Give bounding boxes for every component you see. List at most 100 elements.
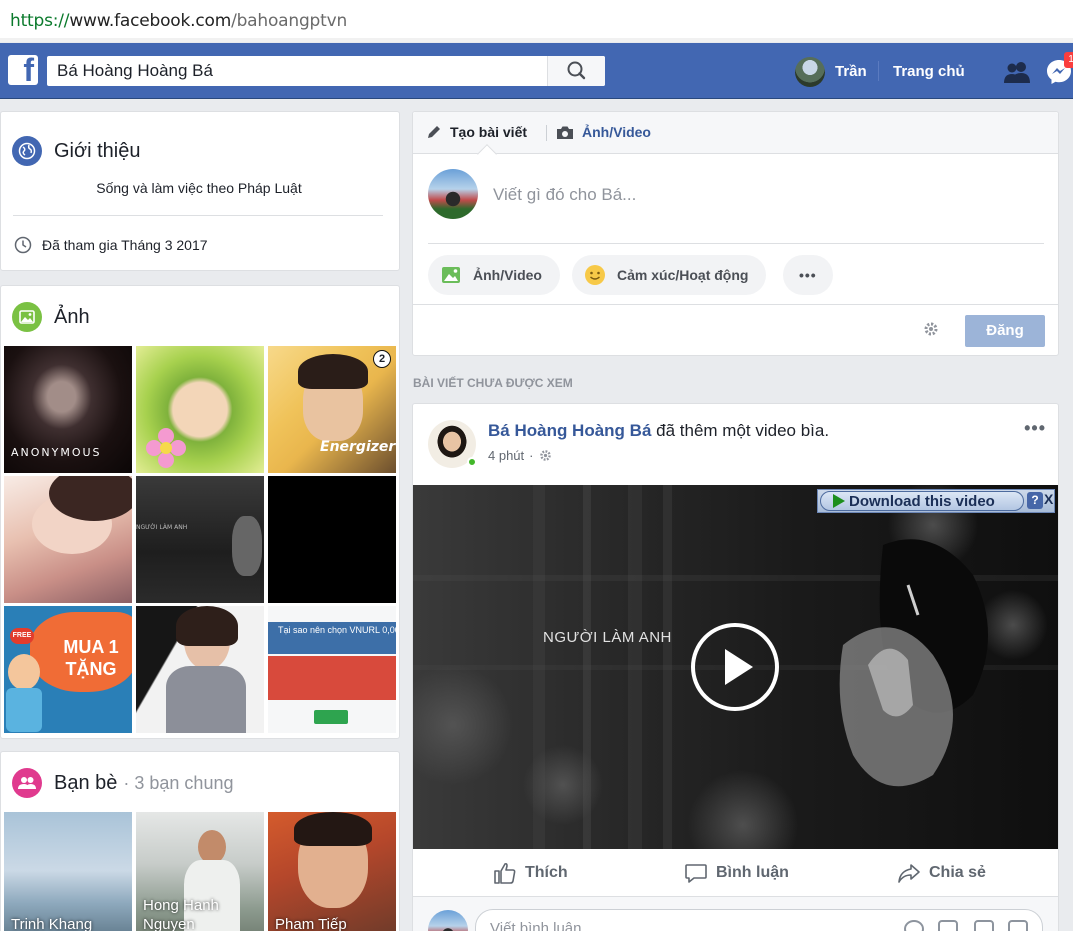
post-action-text: đã thêm một video bìa.: [656, 421, 830, 440]
photo-icon: [12, 302, 42, 332]
thumbs-up-icon: [494, 862, 516, 884]
flower-icon: [146, 428, 186, 468]
photo-tile[interactable]: ANONYMOUS: [4, 346, 132, 473]
online-status-indicator: [467, 457, 477, 467]
photo-grid: ANONYMOUS Energizer 2 NGƯỜI LÀM ANH MUA …: [4, 346, 396, 733]
sticker-icon[interactable]: [1008, 920, 1028, 931]
photo-tile[interactable]: [136, 606, 264, 733]
hair-shape: [298, 354, 368, 389]
feeling-activity-button[interactable]: Cảm xúc/Hoạt động: [572, 255, 767, 295]
share-button[interactable]: Chia sẻ: [897, 862, 986, 884]
photo-video-button[interactable]: Ảnh/Video: [428, 255, 560, 295]
divider: [13, 215, 383, 216]
friend-tile[interactable]: Hong Hanh Nguyen: [136, 812, 264, 931]
play-triangle-icon: [833, 494, 845, 508]
post-author-link[interactable]: Bá Hoàng Hoàng Bá: [488, 421, 651, 440]
smiley-icon: [584, 264, 606, 286]
friend-name[interactable]: Pham Tiếp: [275, 915, 347, 931]
intro-header: Giới thiệu: [12, 135, 140, 167]
cartoon-body: [6, 688, 42, 732]
post-button[interactable]: Đăng: [965, 315, 1045, 347]
photo-tile[interactable]: NGƯỜI LÀM ANH: [136, 476, 264, 603]
globe-icon: [12, 136, 42, 166]
browser-address-bar[interactable]: https://www.facebook.com/bahoangptvn: [0, 0, 1073, 42]
post-timestamp[interactable]: 4 phút: [488, 448, 524, 463]
gif-icon[interactable]: [974, 920, 994, 931]
url-text[interactable]: https://www.facebook.com/bahoangptvn: [10, 11, 347, 31]
promo-text: MUA 1 TẶNG: [63, 637, 119, 679]
download-extension-bar: Download this video ? X: [817, 489, 1055, 513]
post-options-icon[interactable]: •••: [1024, 418, 1046, 439]
photo-caption: NGƯỜI LÀM ANH: [136, 524, 188, 531]
hair-shape: [294, 812, 372, 846]
photo-tile[interactable]: [4, 476, 132, 603]
joined-date-row: Đã tham gia Tháng 3 2017: [14, 236, 208, 254]
friend-grid: Trinh Khang Hong Hanh Nguyen Pham Tiếp: [4, 812, 396, 931]
screenshot-text: Tại sao nên chọn VNURL 0,00: [278, 625, 396, 635]
friend-tile[interactable]: Trinh Khang: [4, 812, 132, 931]
photos-header[interactable]: Ảnh: [12, 301, 90, 333]
divider: [428, 243, 1044, 244]
tab-divider: [546, 125, 547, 141]
search-icon: [567, 61, 586, 80]
comment-icon: [685, 864, 707, 883]
privacy-gear-icon[interactable]: [539, 449, 552, 462]
top-navigation-bar: f Bá Hoàng Hoàng Bá Trần Trang chủ 1: [0, 43, 1073, 99]
badge-two-icon: 2: [373, 350, 391, 368]
photo-caption: Energizer: [320, 439, 396, 455]
video-overlay-text: NGƯỜI LÀM ANH: [543, 629, 672, 646]
photo-tile[interactable]: [268, 476, 396, 603]
tab-photo-video[interactable]: Ảnh/Video: [556, 124, 651, 140]
mutual-friends-count: · 3 bạn chung: [123, 772, 234, 793]
help-button[interactable]: ?: [1027, 492, 1043, 509]
friend-tile[interactable]: Pham Tiếp: [268, 812, 396, 931]
post-meta: 4 phút ·: [488, 448, 552, 463]
nav-home-link[interactable]: Trang chủ: [893, 63, 965, 80]
friend-requests-icon[interactable]: [1002, 59, 1032, 85]
search-query[interactable]: Bá Hoàng Hoàng Bá: [57, 61, 213, 81]
camera-icon: [557, 126, 573, 139]
photo-tile[interactable]: Tại sao nên chọn VNURL 0,00: [268, 606, 396, 733]
like-button[interactable]: Thích: [493, 862, 568, 884]
comment-input[interactable]: Viết bình luận...: [475, 909, 1043, 931]
friend-name[interactable]: Hong Hanh Nguyen: [143, 896, 253, 931]
photo-tile[interactable]: Energizer 2: [268, 346, 396, 473]
close-button[interactable]: X: [1044, 491, 1056, 509]
gear-icon[interactable]: [923, 321, 939, 337]
feed-post: Bá Hoàng Hoàng Bá đã thêm một video bìa.…: [412, 403, 1059, 931]
photos-card: Ảnh ANONYMOUS Energizer 2 NGƯỜI LÀM ANH …: [0, 285, 400, 739]
free-tag: FREE: [10, 628, 34, 644]
more-options-button[interactable]: •••: [783, 255, 833, 295]
intro-bio: Sống và làm việc theo Pháp Luật: [96, 180, 302, 196]
nav-user-name: Trần: [835, 63, 867, 80]
facebook-logo-icon[interactable]: f: [8, 55, 38, 85]
intro-card: Giới thiệu Sống và làm việc theo Pháp Lu…: [0, 111, 400, 271]
unseen-posts-label: BÀI VIẾT CHƯA ĐƯỢC XEM: [413, 376, 573, 390]
photo-tile[interactable]: [136, 346, 264, 473]
cover-video[interactable]: NGƯỜI LÀM ANH Download this video ? X: [413, 485, 1058, 849]
search-input[interactable]: Bá Hoàng Hoàng Bá: [47, 56, 605, 86]
play-icon: [725, 649, 753, 685]
search-button[interactable]: [547, 56, 605, 86]
hair-shape: [176, 606, 238, 646]
composer-input[interactable]: Viết gì đó cho Bá...: [493, 185, 636, 205]
post-actions: Thích Bình luận Chia sẻ: [413, 849, 1058, 897]
friends-title[interactable]: Bạn bè: [54, 772, 117, 795]
emoji-icon[interactable]: [904, 920, 924, 931]
photo-tile[interactable]: MUA 1 TẶNG FREE: [4, 606, 132, 733]
friend-name[interactable]: Trinh Khang: [11, 915, 92, 931]
post-headline: Bá Hoàng Hoàng Bá đã thêm một video bìa.: [488, 421, 829, 441]
avatar: [795, 57, 825, 87]
tab-create-post[interactable]: Tạo bài viết: [426, 124, 527, 140]
download-video-button[interactable]: Download this video: [820, 491, 1024, 511]
clock-icon: [14, 236, 32, 254]
screenshot-banner: [268, 656, 396, 700]
share-icon: [898, 864, 920, 883]
comment-placeholder[interactable]: Viết bình luận...: [490, 920, 594, 931]
comment-button[interactable]: Bình luận: [684, 862, 789, 884]
friends-header[interactable]: Bạn bè · 3 bạn chung: [12, 767, 233, 799]
photos-title[interactable]: Ảnh: [54, 306, 90, 329]
camera-icon[interactable]: [938, 920, 958, 931]
play-button[interactable]: [691, 623, 779, 711]
friends-card: Bạn bè · 3 bạn chung Trinh Khang Hong Ha…: [0, 751, 400, 931]
